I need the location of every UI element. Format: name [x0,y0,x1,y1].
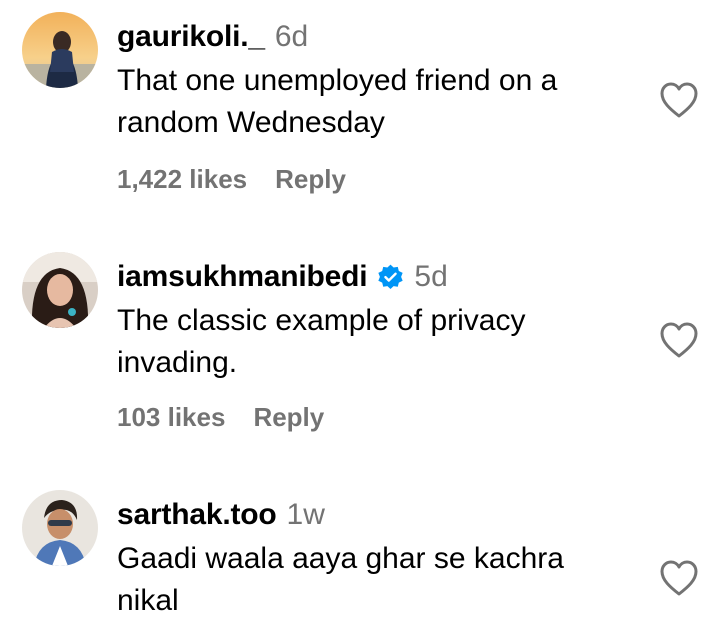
heart-icon[interactable] [658,320,700,360]
heart-icon[interactable] [658,558,700,598]
reply-button[interactable]: Reply [253,402,324,433]
comment-text: The classic example of privacy invading. [117,304,526,379]
comment-timestamp: 1w [286,498,325,531]
comment-text: That one unemployed friend on a random W… [117,64,558,139]
comment-timestamp: 6d [274,20,309,53]
likes-count[interactable]: 1,422 likes [117,164,247,195]
comment-text: Gaadi waala aaya ghar se kachra nikal [117,542,564,617]
comment-username[interactable]: sarthak.too [117,498,277,532]
comment-item: sarthak.too 1w Gaadi waala aaya ghar se … [0,478,718,631]
verified-badge-icon [377,264,404,291]
heart-icon[interactable] [658,80,700,120]
comment-timestamp: 5d [414,260,448,293]
reply-button[interactable]: Reply [275,164,346,195]
likes-count[interactable]: 103 likes [117,402,225,433]
comment-item: iamsukhmanibedi 5d The classic example o… [0,240,718,450]
avatar[interactable] [22,252,98,328]
avatar[interactable] [22,490,98,566]
comment-username[interactable]: gaurikoli._ [117,20,265,54]
comment-username[interactable]: iamsukhmanibedi [117,260,368,294]
avatar[interactable] [22,12,98,88]
comment-item: gaurikoli._ 6d That one unemployed frien… [0,0,718,210]
